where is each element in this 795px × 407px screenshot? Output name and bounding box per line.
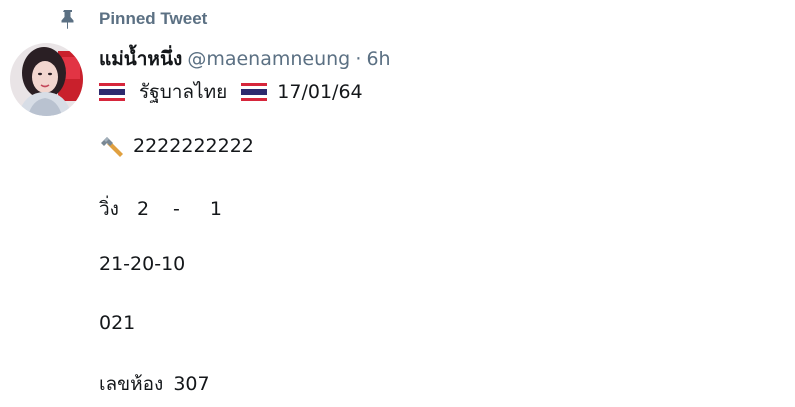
author-display-name[interactable]: แม่น้ำหนึ่ง bbox=[99, 48, 182, 70]
hammer-number: 2222222222 bbox=[133, 135, 254, 157]
room-label: เลขห้อง bbox=[99, 373, 164, 395]
room-line: เลขห้อง 307 bbox=[99, 369, 210, 399]
room-number: 307 bbox=[173, 373, 210, 395]
pinned-tweet-header: Pinned Tweet bbox=[0, 6, 795, 32]
tweet-header: แม่น้ำหนึ่ง @maenamneung · 6h bbox=[99, 44, 391, 72]
avatar-image bbox=[10, 43, 83, 116]
numbers-line: 21-20-10 bbox=[99, 253, 186, 275]
line-021: 021 bbox=[99, 312, 136, 334]
flag-line: รัฐบาลไทย 17/01/64 bbox=[99, 77, 363, 107]
run-first: 2 bbox=[136, 198, 150, 220]
author-handle[interactable]: @maenamneung bbox=[187, 48, 350, 70]
run-label: วิ่ง bbox=[99, 198, 119, 220]
pin-icon bbox=[61, 10, 74, 29]
thai-flag-icon bbox=[99, 83, 125, 101]
run-line: วิ่ง 2 - 1 bbox=[99, 194, 222, 224]
hammer-line: 2222222222 bbox=[99, 135, 254, 157]
government-text: รัฐบาลไทย bbox=[139, 81, 228, 103]
run-second: 1 bbox=[209, 198, 222, 220]
pinned-tweet-label: Pinned Tweet bbox=[99, 9, 208, 28]
hammer-icon bbox=[101, 137, 123, 157]
date-text: 17/01/64 bbox=[277, 81, 363, 103]
run-dash: - bbox=[173, 198, 180, 220]
tweet-timestamp[interactable]: 6h bbox=[366, 48, 390, 70]
header-separator: · bbox=[355, 48, 362, 70]
thai-flag-icon bbox=[241, 83, 268, 101]
avatar[interactable] bbox=[10, 43, 83, 116]
